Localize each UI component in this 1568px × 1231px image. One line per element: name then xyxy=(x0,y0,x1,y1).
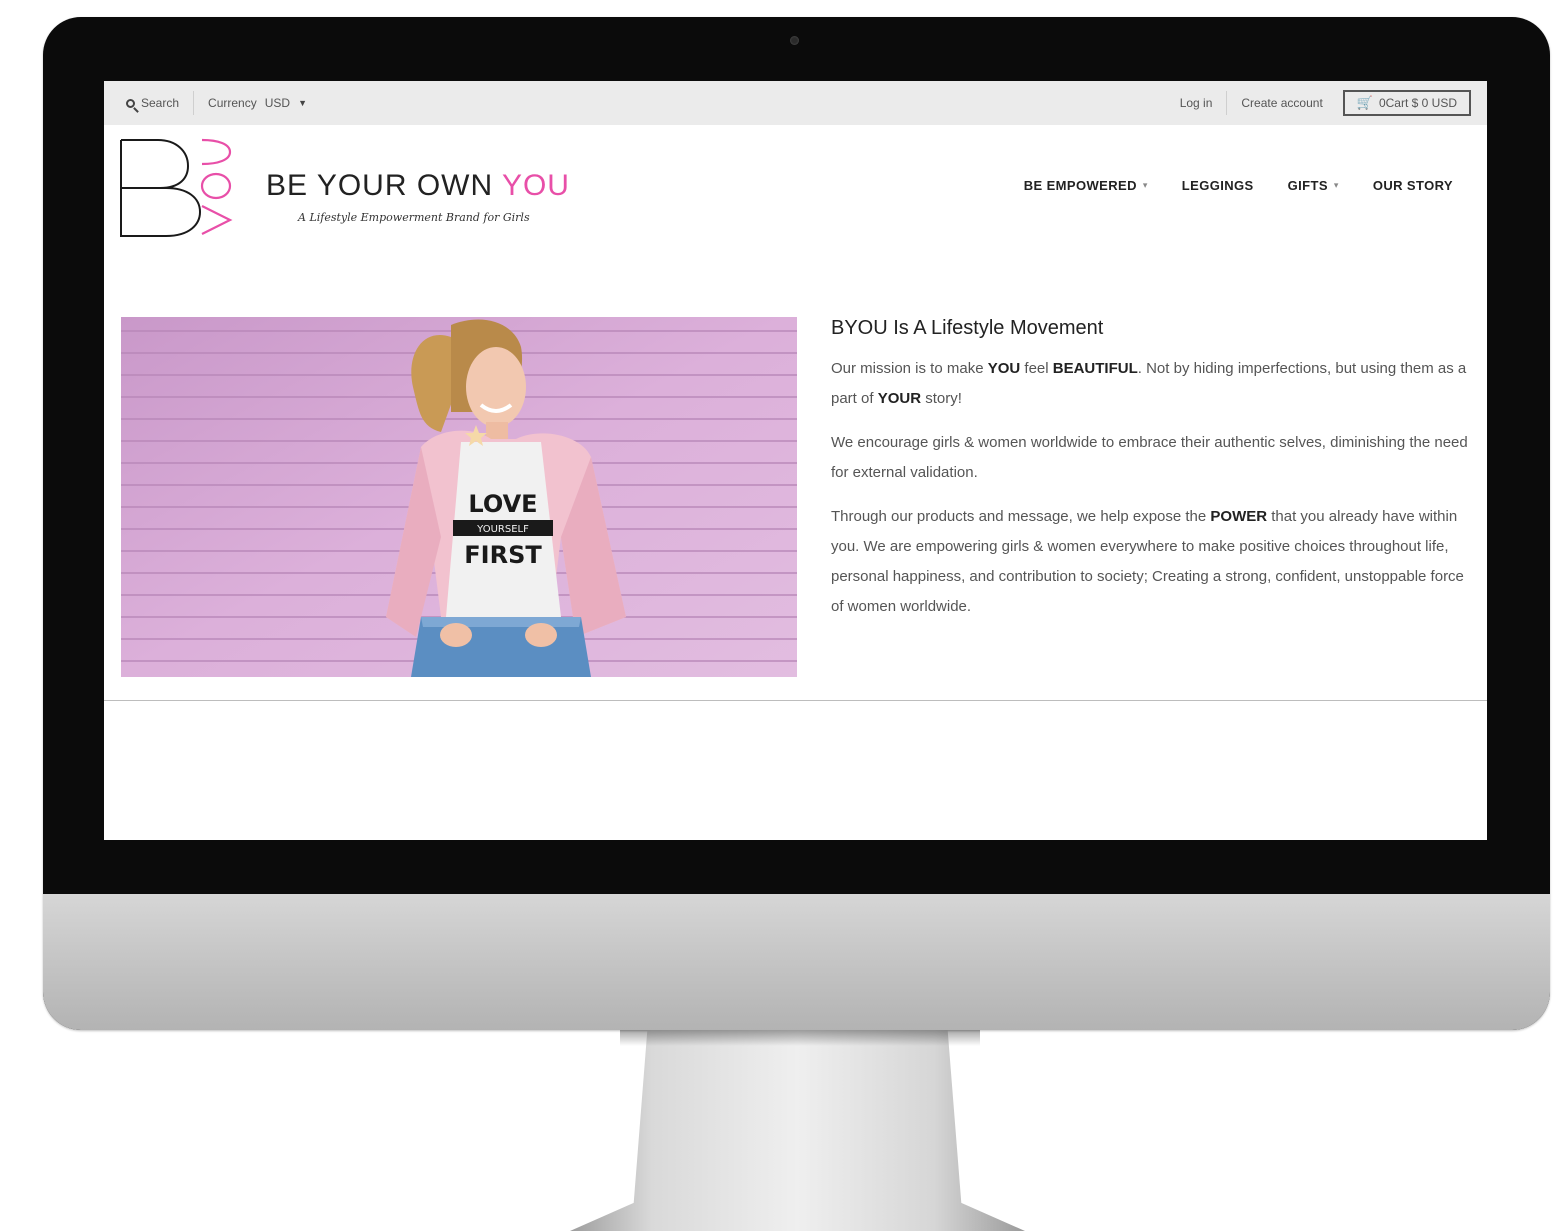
create-account-link[interactable]: Create account xyxy=(1241,96,1322,110)
nav-item-our-story[interactable]: OUR STORY xyxy=(1373,178,1453,193)
paragraph-encourage: We encourage girls & women worldwide to … xyxy=(831,434,1468,481)
stand-shadow xyxy=(620,1030,980,1046)
camera-icon xyxy=(790,36,799,45)
utility-bar: Search Currency USD ▼ Log in Create acco… xyxy=(104,81,1487,125)
monitor-chin xyxy=(43,894,1550,1030)
divider xyxy=(193,91,195,115)
search-label: Search xyxy=(141,96,180,110)
text-run-bold: BEAUTIFUL xyxy=(1052,360,1138,377)
site-logo[interactable]: BE YOUR OWN YOU A Lifestyle Empowerment … xyxy=(118,136,578,248)
nav-item-gifts[interactable]: GIFTS ▾ xyxy=(1288,178,1339,193)
text-run: Through our products and message, we hel… xyxy=(831,508,1211,525)
nav-item-be-empowered[interactable]: BE EMPOWERED ▾ xyxy=(1024,178,1148,193)
search-icon xyxy=(126,98,135,108)
chevron-down-icon: ▾ xyxy=(1142,180,1148,190)
shirt-text-love: LOVE xyxy=(468,490,537,518)
currency-selector[interactable]: Currency USD ▼ xyxy=(208,96,307,110)
search-link[interactable]: Search xyxy=(126,96,179,110)
paragraph-power: Through our products and message, we hel… xyxy=(831,502,1471,622)
section-heading: BYOU Is A Lifestyle Movement xyxy=(831,317,1104,339)
currency-label: Currency xyxy=(208,96,257,110)
about-content: BYOU Is A Lifestyle Movement Our mission… xyxy=(831,317,1471,636)
monitor-stand xyxy=(570,1030,1025,1231)
hero-image: LOVE YOURSELF FIRST xyxy=(121,317,797,677)
text-run: story! xyxy=(921,390,962,407)
text-run-bold: YOUR xyxy=(877,390,922,407)
shirt-text-yourself: YOURSELF xyxy=(476,524,529,535)
divider xyxy=(1226,91,1228,115)
shirt-text-first: FIRST xyxy=(464,541,542,569)
nav-label: LEGGINGS xyxy=(1181,178,1254,193)
caret-down-icon: ▼ xyxy=(298,98,307,108)
nav-label: GIFTS xyxy=(1287,178,1328,193)
main-nav: BE EMPOWERED ▾ LEGGINGS GIFTS ▾ OUR STOR… xyxy=(990,178,1453,193)
browser-screen: Search Currency USD ▼ Log in Create acco… xyxy=(104,81,1487,840)
byou-logo-mark xyxy=(120,138,233,237)
brand-tagline: A Lifestyle Empowerment Brand for Girls xyxy=(298,211,530,224)
nav-label: BE EMPOWERED xyxy=(1023,178,1137,193)
brand-name: BE YOUR OWN YOU xyxy=(266,169,570,203)
paragraph-mission: Our mission is to make YOU feel BEAUTIFU… xyxy=(831,354,1471,414)
cart-button[interactable]: 🛒 0Cart $ 0 USD xyxy=(1342,90,1471,116)
brand-name-part2: YOU xyxy=(501,169,570,202)
cart-icon: 🛒 xyxy=(1356,95,1373,110)
nav-label: OUR STORY xyxy=(1372,178,1453,193)
hero-photo-illustration: LOVE YOURSELF FIRST xyxy=(121,317,797,677)
text-run-bold: POWER xyxy=(1210,508,1268,525)
text-run: Our mission is to make xyxy=(831,360,988,377)
nav-item-leggings[interactable]: LEGGINGS xyxy=(1182,178,1254,193)
chevron-down-icon: ▾ xyxy=(1333,180,1339,190)
brand-name-part1: BE YOUR OWN xyxy=(266,169,502,202)
login-link[interactable]: Log in xyxy=(1180,96,1213,110)
text-run: feel xyxy=(1020,360,1053,377)
currency-value: USD xyxy=(264,96,291,110)
cart-label: 0Cart $ 0 USD xyxy=(1378,96,1457,110)
text-run-bold: YOU xyxy=(987,360,1021,377)
section-divider xyxy=(104,700,1487,701)
